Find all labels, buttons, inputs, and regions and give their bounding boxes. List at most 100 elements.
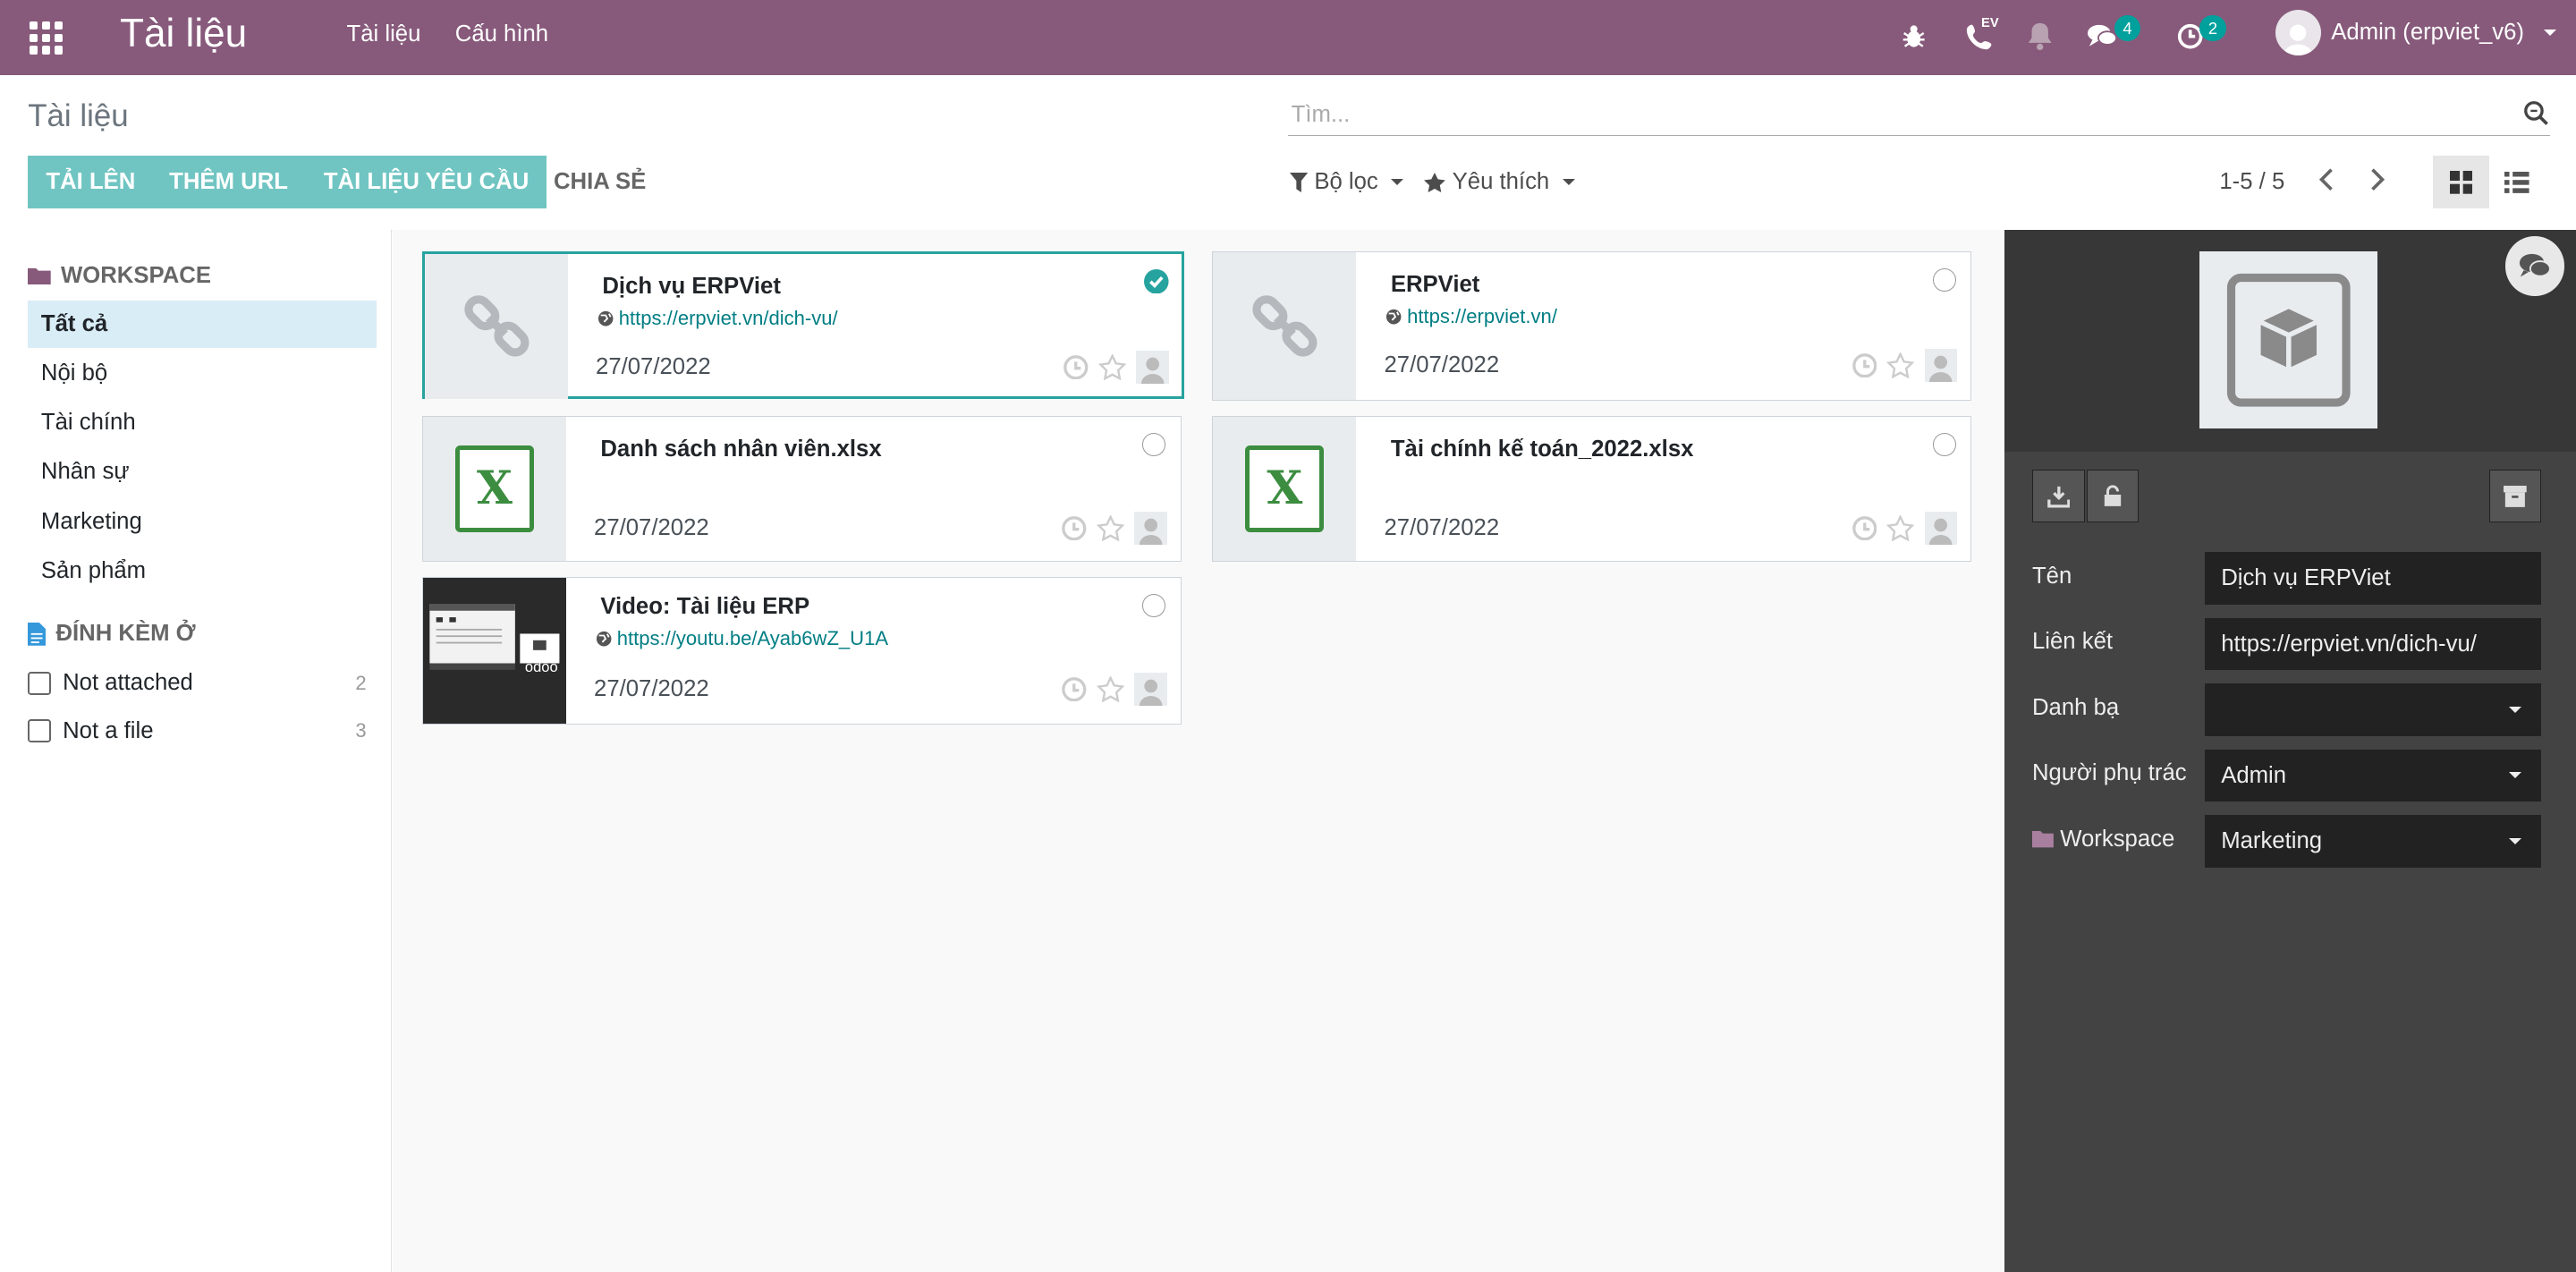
sidebar-item-products[interactable]: Sản phẩm	[28, 547, 376, 595]
file-icon	[28, 622, 47, 646]
sidebar-item-all[interactable]: Tất cả	[28, 301, 377, 349]
messages-icon[interactable]	[2088, 20, 2118, 53]
pager-next-icon[interactable]	[2368, 166, 2387, 199]
user-avatar	[2275, 10, 2322, 56]
chevron-down-icon	[1562, 179, 1575, 185]
search-bar	[1287, 98, 2550, 136]
select-radio[interactable]	[1932, 268, 1956, 293]
field-label-name: Tên	[2031, 563, 2072, 589]
document-url[interactable]: https://erpviet.vn/dich-vu/	[597, 307, 838, 330]
star-icon[interactable]	[1886, 352, 1915, 379]
select-radio[interactable]	[1142, 433, 1166, 456]
sidebar-item-internal[interactable]: Nội bộ	[28, 350, 376, 397]
request-document-button[interactable]: TÀI LIỆU YÊU CẦU	[305, 156, 547, 209]
control-panel: Tài liệu TẢI LÊN THÊM URL TÀI LIỆU YÊU C…	[0, 75, 2576, 232]
field-label-owner: Người phụ trác	[2031, 760, 2187, 786]
star-icon[interactable]	[1097, 354, 1126, 381]
card-actions	[1062, 512, 1167, 545]
preview-thumbnail[interactable]	[2199, 251, 2377, 429]
star-icon[interactable]	[1096, 514, 1125, 542]
activity-clock-icon[interactable]	[1852, 515, 1877, 541]
pager-previous-icon[interactable]	[2317, 166, 2336, 199]
field-label-contact: Danh bạ	[2031, 694, 2120, 720]
card-actions	[1062, 673, 1167, 706]
star-icon[interactable]	[1886, 514, 1915, 542]
lock-button[interactable]	[2086, 470, 2140, 523]
star-icon[interactable]	[1096, 675, 1125, 703]
document-url[interactable]: https://youtu.be/Ayab6wZ_U1A	[596, 627, 888, 650]
sidebar-item-marketing[interactable]: Marketing	[28, 498, 376, 546]
upload-button[interactable]: TẢI LÊN	[28, 156, 154, 209]
filter-dropdown[interactable]: Bộ lọc	[1289, 169, 1404, 195]
favorites-dropdown[interactable]: Yêu thích	[1424, 169, 1575, 195]
owner-avatar-icon[interactable]	[1134, 512, 1167, 545]
unlock-icon	[2104, 485, 2122, 506]
download-button[interactable]	[2031, 470, 2085, 523]
sidebar-item-hr[interactable]: Nhân sự	[28, 448, 376, 496]
contact-select[interactable]	[2204, 683, 2542, 736]
archive-button[interactable]	[2488, 470, 2542, 523]
star-icon	[1424, 172, 1446, 192]
pager-value[interactable]: 1-5 / 5	[2219, 169, 2284, 195]
kanban-view-button[interactable]	[2433, 156, 2489, 209]
activities-count-badge: 2	[2199, 14, 2226, 41]
name-field[interactable]: Dịch vụ ERPViet	[2204, 552, 2542, 605]
debug-bug-icon[interactable]	[1901, 20, 1927, 53]
document-date: 27/07/2022	[1384, 514, 1500, 540]
search-input[interactable]	[1287, 100, 2478, 131]
document-title: Danh sách nhân viên.xlsx	[600, 436, 882, 462]
url-field[interactable]: https://erpviet.vn/dich-vu/	[2204, 617, 2542, 671]
owner-value: Admin	[2221, 762, 2287, 788]
activity-clock-icon[interactable]	[1852, 353, 1877, 378]
cube-icon	[2226, 273, 2351, 407]
document-card[interactable]: X Tài chính kế toán_2022.xlsx 27/07/2022	[1212, 415, 1972, 563]
workspace-sidebar: WORKSPACE Tất cả Nội bộ Tài chính Nhân s…	[0, 230, 393, 1272]
add-url-button[interactable]: THÊM URL	[150, 156, 307, 209]
workspace-select[interactable]: Marketing	[2204, 814, 2542, 868]
share-button[interactable]: CHIA SẺ	[536, 156, 665, 208]
field-label-url: Liên kết	[2031, 629, 2114, 655]
sidebar-item-finance[interactable]: Tài chính	[28, 399, 376, 446]
document-inspector: Tên Dịch vụ ERPViet Liên kết https://erp…	[2004, 230, 2576, 1272]
facet-not-attached[interactable]: Not attached 2	[28, 670, 367, 696]
activity-clock-icon[interactable]	[1063, 355, 1089, 380]
document-url-text: https://erpviet.vn/	[1407, 304, 1557, 327]
phone-icon[interactable]: EV	[1965, 16, 1999, 53]
menu-configuration[interactable]: Cấu hình	[455, 21, 548, 47]
facet-count: 2	[355, 671, 367, 694]
list-view-button[interactable]	[2489, 156, 2545, 208]
voip-tag: EV	[1981, 16, 1999, 31]
document-card[interactable]: ERPViet https://erpviet.vn/ 27/07/2022	[1212, 251, 1972, 402]
checkbox[interactable]	[28, 719, 52, 743]
activity-clock-icon[interactable]	[1062, 515, 1087, 541]
document-card[interactable]: odoo Video: Tài liệu ERP https://youtu.b…	[422, 576, 1182, 725]
select-radio[interactable]	[1142, 594, 1166, 617]
select-radio[interactable]	[1932, 433, 1956, 456]
owner-avatar-icon[interactable]	[1924, 349, 1958, 383]
document-card[interactable]: X Danh sách nhân viên.xlsx 27/07/2022	[422, 415, 1182, 563]
apps-menu-icon[interactable]	[30, 21, 63, 55]
breadcrumb[interactable]: Tài liệu	[28, 98, 128, 134]
owner-avatar-icon[interactable]	[1134, 673, 1167, 706]
owner-avatar-icon[interactable]	[1135, 351, 1169, 385]
activity-clock-icon[interactable]	[1062, 676, 1087, 702]
checkbox[interactable]	[28, 671, 52, 695]
facet-label: Not a file	[63, 717, 154, 743]
folder-icon	[28, 268, 51, 285]
check-circle-icon[interactable]	[1144, 268, 1169, 301]
owner-avatar-icon[interactable]	[1924, 512, 1958, 545]
globe-icon	[597, 310, 614, 326]
user-menu[interactable]: Admin (erpviet_v6)	[2275, 10, 2556, 56]
bell-icon[interactable]	[2027, 20, 2053, 53]
facet-not-a-file[interactable]: Not a file 3	[28, 717, 367, 744]
filter-icon	[1289, 172, 1308, 192]
facet-count: 3	[355, 719, 367, 742]
search-icon[interactable]	[2523, 100, 2549, 133]
document-title: ERPViet	[1390, 272, 1480, 298]
chatter-toggle-icon[interactable]	[2504, 236, 2565, 296]
menu-documents[interactable]: Tài liệu	[347, 21, 421, 47]
owner-select[interactable]: Admin	[2204, 749, 2542, 802]
workspace-value: Marketing	[2221, 827, 2323, 853]
document-url[interactable]: https://erpviet.vn/	[1385, 305, 1557, 328]
document-card[interactable]: Dịch vụ ERPViet https://erpviet.vn/dich-…	[422, 251, 1185, 400]
